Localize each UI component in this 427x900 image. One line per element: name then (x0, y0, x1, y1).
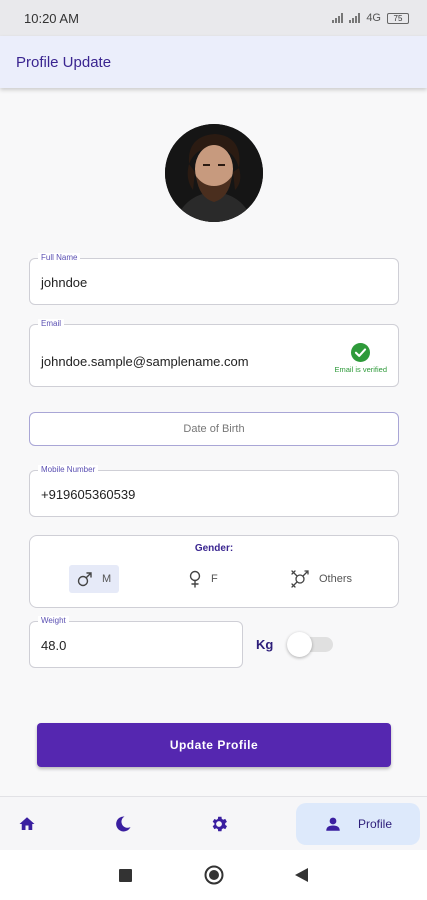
male-icon (77, 572, 92, 587)
nav-home[interactable] (6, 803, 48, 845)
weight-unit-toggle[interactable] (287, 629, 335, 659)
system-navigation-bar (0, 850, 427, 900)
female-icon (189, 570, 201, 588)
nav-settings[interactable] (198, 803, 240, 845)
weight-field[interactable]: Weight 48.0 (29, 616, 243, 668)
circle-icon (204, 865, 224, 885)
weight-unit-label: Kg (256, 637, 274, 652)
gender-selector: Gender: M F Others (29, 535, 399, 608)
home-icon (19, 817, 35, 830)
battery-icon: 75 (387, 12, 409, 24)
mobile-number-label: Mobile Number (38, 465, 99, 475)
back-triangle-icon (295, 868, 308, 882)
recents-button[interactable] (119, 869, 132, 887)
page-title: Profile Update (16, 53, 112, 71)
gender-option-male[interactable]: M (69, 565, 120, 593)
check-circle-icon (351, 343, 371, 362)
email-verified-text: Email is verified (334, 365, 387, 374)
status-bar: 10:20 AM 4G 75 (0, 0, 427, 36)
status-time: 10:20 AM (24, 10, 79, 26)
person-icon (326, 817, 340, 831)
email-value: johndoe.sample@samplename.com (41, 354, 249, 369)
moon-icon (116, 816, 131, 832)
date-of-birth-field[interactable]: Date of Birth (29, 412, 399, 446)
avatar-image (165, 124, 263, 222)
gender-option-female-label: F (211, 573, 218, 585)
mobile-number-value: +919605360539 (41, 487, 136, 502)
gender-option-male-label: M (102, 573, 112, 585)
home-button[interactable] (204, 865, 224, 890)
full-name-label: Full Name (38, 253, 81, 263)
battery-level: 75 (393, 13, 403, 23)
full-name-value: johndoe (41, 275, 88, 290)
weight-label: Weight (38, 616, 69, 626)
full-name-field[interactable]: Full Name johndoe (29, 253, 399, 305)
square-icon (119, 869, 132, 882)
settings-icon (212, 816, 227, 832)
update-profile-button[interactable]: Update Profile (37, 723, 391, 767)
gender-option-others[interactable]: Others (282, 565, 360, 593)
status-icons: 4G 75 (332, 12, 409, 24)
nav-dark-mode[interactable] (102, 803, 144, 845)
back-button[interactable] (295, 868, 308, 887)
gender-title: Gender: (194, 543, 234, 554)
signal-icon (332, 13, 344, 23)
gender-option-female[interactable]: F (180, 565, 226, 593)
toggle-thumb (287, 632, 312, 657)
transgender-icon (291, 570, 309, 588)
email-field[interactable]: Email johndoe.sample@samplename.com Emai… (29, 319, 399, 387)
mobile-number-field[interactable]: Mobile Number +919605360539 (29, 465, 399, 517)
date-of-birth-placeholder: Date of Birth (183, 423, 245, 435)
app-bar: Profile Update (0, 36, 427, 88)
gender-option-others-label: Others (319, 573, 353, 585)
bottom-navigation: Profile (0, 796, 427, 850)
email-label: Email (38, 319, 65, 329)
nav-profile-label: Profile (357, 817, 392, 831)
avatar[interactable] (165, 124, 263, 222)
weight-value: 48.0 (41, 638, 67, 653)
network-type: 4G (366, 12, 381, 24)
email-verified-indicator: Email is verified (334, 343, 387, 374)
nav-profile[interactable]: Profile (296, 803, 420, 845)
signal-icon-2 (349, 13, 361, 23)
